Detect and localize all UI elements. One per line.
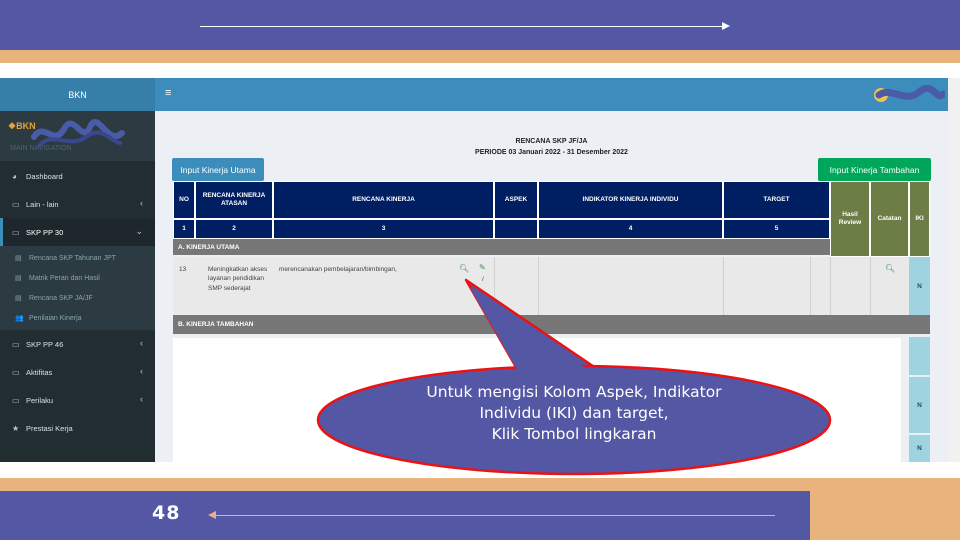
top-arrow [200, 22, 730, 30]
chevron-left-icon: ‹ [140, 366, 143, 376]
folder-icon: ▭ [12, 367, 20, 377]
submenu-skp-pp-30: ▤ Rencana SKP Tahunan JPT ▤ Matrik Peran… [0, 246, 155, 330]
header-num-5: 5 [723, 219, 830, 239]
sidebar-item-aktifitas[interactable]: ▭ Aktifitas ‹ [0, 358, 155, 386]
users-icon: 👥 [15, 315, 24, 322]
header-indikator-kinerja-individu: INDIKATOR KINERJA INDIVIDU [538, 181, 723, 219]
col-divider [810, 257, 811, 315]
input-kinerja-utama-button[interactable]: Input Kinerja Utama [172, 158, 264, 181]
header-iki: IKI [909, 181, 930, 257]
chevron-left-icon: ‹ [140, 338, 143, 348]
bottom-arrow [208, 511, 775, 519]
folder-icon: ▭ [12, 395, 20, 405]
slide: BKN ❖BKN MAIN NAVIGATION ◕ Dashboard ▭ L… [0, 0, 960, 540]
sidebar-item-label: Aktifitas [26, 367, 53, 377]
book-icon: ▤ [15, 255, 22, 262]
chevron-down-icon: ⌄ [135, 226, 143, 236]
submenu-item-rencana-skp-ja-jf[interactable]: ▤ Rencana SKP JA/JF [0, 288, 155, 308]
hamburger-menu-icon[interactable]: ≡ [165, 87, 171, 99]
submenu-item-label: Matrik Peran dan Hasil [29, 274, 100, 282]
iki-badge[interactable]: N [909, 435, 930, 462]
top-accent-line [0, 50, 960, 63]
row-slash: / [482, 276, 484, 283]
chevron-left-icon: ‹ [140, 198, 143, 208]
col-divider [870, 257, 871, 315]
row-rencana-kinerja: merencanakan pembelajaran/bimbingan, [279, 266, 397, 273]
header-aspek: ASPEK [494, 181, 538, 219]
dashboard-icon: ◕ [12, 171, 17, 181]
header-no: NO [173, 181, 195, 219]
sidebar-item-lain-lain[interactable]: ▭ Lain - lain ‹ [0, 190, 155, 218]
header-rencana-kinerja-atasan: RENCANA KINERJA ATASAN [195, 181, 273, 219]
submenu-item-rencana-skp-tahunan-jpt[interactable]: ▤ Rencana SKP Tahunan JPT [0, 248, 155, 268]
col-divider [723, 257, 724, 315]
star-icon: ★ [12, 423, 20, 433]
book-icon: ▤ [15, 295, 22, 302]
callout-line-2: Individu (IKI) dan target, [479, 403, 669, 422]
pencil-icon[interactable]: ✎ [479, 263, 486, 272]
col-divider [494, 257, 495, 315]
brand[interactable]: BKN [0, 78, 155, 111]
submenu-item-label: Penilaian Kinerja [29, 314, 82, 322]
row-rencana-kinerja-atasan: Meningkatkan akses layanan pendidikan SM… [208, 266, 268, 292]
header-target: TARGET [723, 181, 830, 219]
sidebar-item-label: Prestasi Kerja [26, 423, 73, 433]
header-num-empty [494, 219, 538, 239]
top-band [0, 0, 960, 50]
sidebar-menu: ◕ Dashboard ▭ Lain - lain ‹ ▭ SKP PP 30 … [0, 162, 155, 442]
col-divider [830, 257, 831, 315]
sidebar-item-label: Lain - lain [26, 199, 59, 209]
header-hasil-review: Hasil Review [830, 181, 870, 257]
sidebar-item-skp-pp-46[interactable]: ▭ SKP PP 46 ‹ [0, 330, 155, 358]
scrollbar[interactable] [948, 78, 960, 462]
sidebar-item-label: SKP PP 46 [26, 339, 64, 349]
section-kinerja-utama: A. KINERJA UTAMA [173, 239, 830, 255]
callout-text: Untuk mengisi Kolom Aspek, Indikator Ind… [370, 382, 778, 445]
header-num-4: 4 [538, 219, 723, 239]
header-rencana-kinerja: RENCANA KINERJA [273, 181, 494, 219]
iki-badge[interactable]: N [909, 257, 930, 315]
catatan-search-icon[interactable]: 🔍︎ [885, 264, 895, 273]
user-panel: ❖BKN [0, 111, 155, 161]
page-number: 48 [152, 502, 181, 524]
sidebar-item-perilaku[interactable]: ▭ Perilaku ‹ [0, 386, 155, 414]
folder-icon: ▭ [12, 339, 20, 349]
document-title: RENCANA SKP JF/JA [515, 138, 588, 145]
book-icon: ▤ [15, 275, 22, 282]
nav-header: MAIN NAVIGATION [10, 145, 72, 152]
top-navbar: ≡ [155, 78, 948, 111]
sidebar-item-label: Perilaku [26, 395, 54, 405]
col-divider [538, 257, 539, 315]
folder-icon: ▭ [12, 199, 20, 209]
submenu-item-label: Rencana SKP Tahunan JPT [29, 254, 116, 262]
submenu-item-penilaian-kinerja[interactable]: 👥 Penilaian Kinerja [0, 308, 155, 328]
submenu-item-matrik-peran[interactable]: ▤ Matrik Peran dan Hasil [0, 268, 155, 288]
search-icon[interactable]: 🔍︎ [459, 264, 469, 273]
section-kinerja-tambahan: B. KINERJA TAMBAHAN [173, 315, 930, 334]
header-num-1: 1 [173, 219, 195, 239]
row-no: 13 [179, 266, 187, 273]
callout-line-3: Klik Tombol lingkaran [491, 424, 657, 443]
bkn-logo-icon: ❖ [8, 121, 17, 131]
user-avatar-scribble[interactable] [871, 84, 945, 106]
header-num-2: 2 [195, 219, 273, 239]
iki-cell [909, 337, 930, 375]
table-row: 13 Meningkatkan akses layanan pendidikan… [173, 257, 909, 315]
sidebar-item-dashboard[interactable]: ◕ Dashboard [0, 162, 155, 190]
sidebar-item-prestasi-kerja[interactable]: ★ Prestasi Kerja [0, 414, 155, 442]
sidebar-item-label: SKP PP 30 [26, 227, 64, 237]
folder-open-icon: ▭ [12, 227, 20, 237]
sidebar: BKN ❖BKN MAIN NAVIGATION ◕ Dashboard ▭ L… [0, 78, 155, 462]
document-period: PERIODE 03 Januari 2022 - 31 Desember 20… [475, 149, 628, 156]
chevron-left-icon: ‹ [140, 394, 143, 404]
submenu-item-label: Rencana SKP JA/JF [29, 294, 93, 302]
header-num-3: 3 [273, 219, 494, 239]
sidebar-item-label: Dashboard [26, 171, 63, 181]
sidebar-item-skp-pp-30[interactable]: ▭ SKP PP 30 ⌄ [0, 218, 155, 246]
callout-line-1: Untuk mengisi Kolom Aspek, Indikator [426, 383, 722, 401]
header-catatan: Catatan [870, 181, 909, 257]
iki-badge[interactable]: N [909, 377, 930, 433]
input-kinerja-tambahan-button[interactable]: Input Kinerja Tambahan [818, 158, 931, 181]
